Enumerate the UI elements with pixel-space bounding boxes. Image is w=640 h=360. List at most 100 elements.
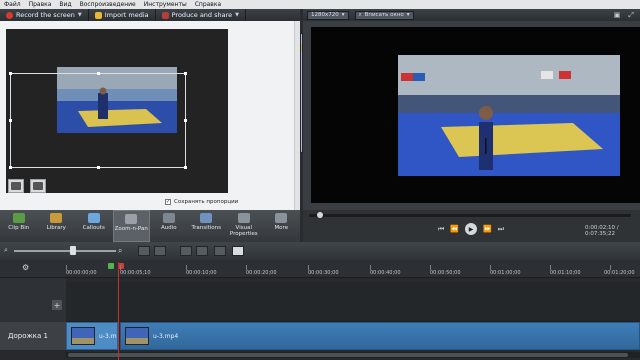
keep-aspect-checkbox[interactable]: ✓ Сохранять пропорции — [165, 199, 238, 205]
skip-forward-icon[interactable]: ⏭ — [498, 225, 504, 234]
empty-track-header: + — [0, 278, 66, 322]
undo-icon[interactable] — [138, 246, 150, 256]
resize-handle[interactable] — [9, 166, 12, 169]
menu-help[interactable]: Справка — [191, 1, 225, 8]
ruler-label: 00:00:50;00 — [430, 270, 461, 276]
timeline-tracks: + Дорожка 1 u-3.m u-3.mp4 — [0, 278, 640, 360]
resize-handle[interactable] — [9, 119, 12, 122]
ruler-label: 00:00:40;00 — [370, 270, 401, 276]
main-toolbar: Record the screen ▼ Import media Produce… — [0, 9, 300, 21]
resize-handle[interactable] — [97, 72, 100, 75]
playhead[interactable] — [118, 262, 119, 360]
menu-playback[interactable]: Воспроизведение — [76, 1, 140, 8]
tab-more[interactable]: More — [263, 210, 301, 242]
menu-tools[interactable]: Инструменты — [140, 1, 191, 8]
ruler-label: 00:01:10;00 — [550, 270, 581, 276]
vertical-scrollbar[interactable] — [294, 21, 303, 210]
tab-zoom-n-pan[interactable]: Zoom-n-Pan — [112, 210, 151, 242]
visual-properties-icon — [237, 213, 250, 223]
cut-icon[interactable] — [180, 246, 192, 256]
play-button[interactable]: ▶ — [465, 223, 478, 235]
zoom-out-icon[interactable]: ⌕ — [4, 246, 8, 255]
resize-handle[interactable] — [97, 166, 100, 169]
produce-share-button[interactable]: Produce and share ▼ — [156, 9, 246, 21]
scale-to-fit-button[interactable] — [8, 179, 24, 193]
empty-track[interactable] — [66, 282, 640, 322]
horizontal-scrollbar[interactable] — [66, 352, 640, 358]
transition-icon — [200, 213, 213, 223]
clip-label: u-3.m — [99, 332, 117, 340]
film-icon — [33, 182, 43, 190]
menu-file[interactable]: Файл — [0, 1, 25, 8]
zoom-slider[interactable] — [14, 250, 116, 252]
detach-icon[interactable]: ▣ — [614, 11, 621, 20]
track-label: Дорожка 1 — [8, 332, 48, 340]
ruler-label: 00:00:05;10 — [120, 270, 151, 276]
fullscreen-icon[interactable]: ⤢ — [628, 11, 634, 20]
gear-icon[interactable]: ⚙ — [22, 263, 29, 272]
scrollbar-thumb[interactable] — [68, 353, 628, 357]
clip-label: u-3.mp4 — [153, 332, 179, 340]
record-icon — [6, 11, 13, 19]
split-icon[interactable] — [196, 246, 208, 256]
timecode: 0:00:02;10 / 0:07:35;22 — [585, 225, 619, 237]
menu-bar: Файл Правка Вид Воспроизведение Инструме… — [0, 0, 640, 9]
redo-icon[interactable] — [154, 246, 166, 256]
timeline-clip[interactable]: u-3.mp4 — [120, 322, 640, 350]
preview-toolbar: 1280x720 ▾ ⌕ Вписать окно ▾ ▣ ⤢ — [303, 9, 640, 21]
preview-canvas — [311, 27, 640, 203]
resize-handle[interactable] — [184, 72, 187, 75]
zoom-selection-box[interactable] — [9, 72, 187, 169]
playback-bar: ⏮ ⏪ ▶ ⏩ ⏭ 0:00:02;10 / 0:07:35;22 — [303, 210, 640, 242]
green-marker-icon[interactable] — [108, 263, 114, 269]
screen-icon — [11, 182, 21, 190]
zoom-icon — [125, 214, 138, 224]
tab-clip-bin[interactable]: Clip Bin — [0, 210, 38, 242]
import-media-button[interactable]: Import media — [89, 9, 156, 21]
record-screen-button[interactable]: Record the screen ▼ — [0, 9, 89, 21]
preview-panel — [303, 21, 640, 210]
zoom-n-pan-panel: ✓ Сохранять пропорции — [0, 21, 303, 210]
tab-label: Transitions — [191, 225, 221, 231]
tab-visual-properties[interactable]: Visual Properties — [225, 210, 263, 242]
scrub-track[interactable] — [309, 214, 631, 217]
search-icon: ⌕ — [358, 11, 362, 18]
scrub-thumb[interactable] — [317, 212, 323, 218]
paste-icon[interactable] — [232, 246, 244, 256]
import-media-label: Import media — [104, 11, 149, 19]
tab-library[interactable]: Library — [38, 210, 76, 242]
step-forward-icon[interactable]: ⏩ — [483, 225, 492, 233]
callout-icon — [87, 213, 100, 223]
folder-icon — [94, 11, 102, 19]
tab-label: Library — [46, 225, 66, 231]
ruler-label: 00:00:00;00 — [66, 270, 97, 276]
zoom-in-icon[interactable]: ⌕ — [118, 246, 122, 256]
add-track-button[interactable]: + — [52, 300, 62, 310]
timeline-clip[interactable]: u-3.m — [66, 322, 118, 350]
copy-icon[interactable] — [214, 246, 226, 256]
track-1-header[interactable]: Дорожка 1 — [0, 322, 66, 350]
tab-transitions[interactable]: Transitions — [188, 210, 226, 242]
resize-handle[interactable] — [184, 119, 187, 122]
menu-view[interactable]: Вид — [55, 1, 75, 8]
audio-icon — [162, 213, 175, 223]
playback-controls: ⏮ ⏪ ▶ ⏩ ⏭ — [438, 223, 504, 235]
canvas-size-dropdown[interactable]: 1280x720 ▾ — [307, 10, 349, 20]
skip-back-icon[interactable]: ⏮ — [438, 225, 444, 234]
menu-edit[interactable]: Правка — [25, 1, 56, 8]
full-frame-button[interactable] — [30, 179, 46, 193]
preview-window-controls: ▣ ⤢ — [614, 11, 634, 20]
timeline-ruler[interactable]: ⚙ 00:00:00;00 00:00:05;10 00:00:10;00 00… — [0, 260, 640, 278]
tab-label: Callouts — [82, 225, 105, 231]
more-icon — [275, 213, 288, 223]
fit-window-dropdown[interactable]: ⌕ Вписать окно ▾ — [354, 10, 414, 20]
resize-handle[interactable] — [184, 166, 187, 169]
ruler-label: 00:00:30;00 — [308, 270, 339, 276]
tab-audio[interactable]: Audio — [150, 210, 188, 242]
step-back-icon[interactable]: ⏪ — [450, 225, 459, 233]
resize-handle[interactable] — [9, 72, 12, 75]
ruler-label: 00:00:20;00 — [246, 270, 277, 276]
zoom-slider-thumb[interactable] — [70, 246, 76, 255]
tab-callouts[interactable]: Callouts — [75, 210, 113, 242]
record-screen-label: Record the screen — [16, 11, 75, 19]
